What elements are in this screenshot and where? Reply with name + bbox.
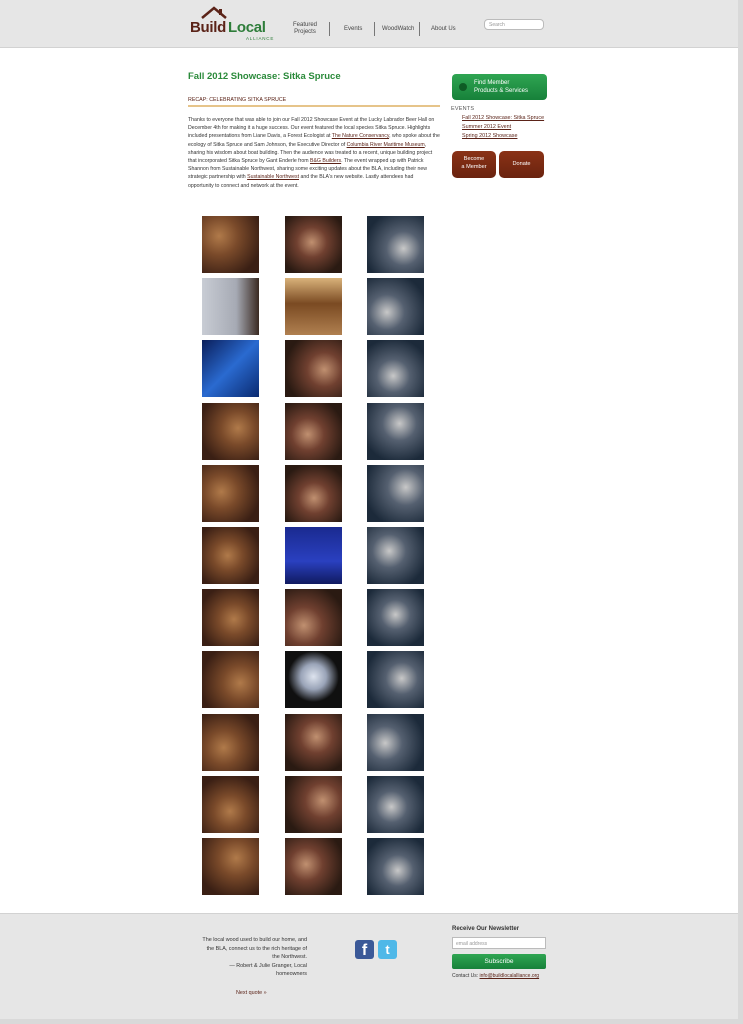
event-link-spring-2012[interactable]: Spring 2012 Showcase <box>462 133 517 139</box>
gallery-photo[interactable] <box>202 775 259 833</box>
contact-line: Contact Us: info@buildlocalalliance.org <box>452 973 539 979</box>
logo-word-alliance: ALLIANCE <box>246 36 275 41</box>
nav-divider <box>419 22 420 36</box>
gallery-photo[interactable] <box>202 589 259 647</box>
article-body: Thanks to everyone that was able to join… <box>188 116 440 190</box>
gallery-photo[interactable] <box>367 651 424 709</box>
contact-label: Contact Us: <box>452 973 480 979</box>
gallery-photo[interactable] <box>202 464 259 522</box>
nav-label: Events <box>344 26 363 32</box>
gallery-photo[interactable] <box>285 775 342 833</box>
quote-line: the BLA, connect us to the rich heritage… <box>206 945 307 952</box>
facebook-icon[interactable]: f <box>355 940 374 959</box>
become-member-button[interactable]: Become a Member <box>452 151 496 178</box>
nav-label: WoodWatch <box>382 26 415 32</box>
gallery-photo[interactable] <box>367 340 424 398</box>
quote-line: homeowners <box>276 971 307 978</box>
member-button-label: a Member <box>461 163 487 170</box>
quote-line: — Robert & Julie Granger, Local <box>229 962 307 969</box>
gallery-photo[interactable] <box>202 651 259 709</box>
gallery-photo[interactable] <box>285 340 342 398</box>
site-logo[interactable]: Build Local ALLIANCE <box>190 6 275 42</box>
link-maritime-museum[interactable]: Columbia River Maritime Museum <box>347 142 425 148</box>
gallery-photo[interactable] <box>285 402 342 460</box>
nav-woodwatch[interactable]: WoodWatch <box>382 26 414 33</box>
house-icon <box>201 6 227 19</box>
nav-featured-projects[interactable]: Featured Projects <box>293 22 317 36</box>
subscribe-button[interactable]: Subscribe <box>452 954 546 969</box>
gallery-photo[interactable] <box>285 838 342 895</box>
find-button-label: Find Member <box>474 80 510 86</box>
member-button-label: Become <box>463 156 485 162</box>
gallery-photo[interactable] <box>367 402 424 460</box>
gallery-photo[interactable] <box>285 527 342 584</box>
nav-label: About Us <box>431 26 456 32</box>
gallery-photo[interactable] <box>367 838 424 895</box>
testimonial-quote: The local wood used to build our home, a… <box>192 936 307 979</box>
next-quote-link[interactable]: Next quote » <box>236 990 267 996</box>
gallery-photo[interactable] <box>202 402 259 460</box>
gallery-photo[interactable] <box>285 464 342 522</box>
nav-label: Featured <box>293 22 318 28</box>
gallery-photo[interactable] <box>202 278 259 336</box>
gallery-photo[interactable] <box>367 589 424 647</box>
events-heading: EVENTS <box>451 106 475 112</box>
contact-email-link[interactable]: info@buildlocalalliance.org <box>480 973 540 979</box>
nav-label: Projects <box>294 29 316 35</box>
quote-line: The local wood used to build our home, a… <box>202 937 307 943</box>
link-sustainable-northwest[interactable]: Sustainable Northwest <box>247 174 299 180</box>
email-field[interactable]: email address <box>452 937 546 949</box>
site-header: Build Local ALLIANCE Featured Projects E… <box>0 0 743 48</box>
event-link-fall-2012[interactable]: Fall 2012 Showcase: Sitka Spruce <box>462 115 544 121</box>
site-footer: The local wood used to build our home, a… <box>0 913 743 1024</box>
gallery-photo[interactable] <box>285 216 342 273</box>
window-edge <box>0 1019 743 1024</box>
nav-about-us[interactable]: About Us <box>431 26 456 33</box>
gallery-photo[interactable] <box>367 775 424 833</box>
link-bg-builders[interactable]: B&G Builders <box>310 158 341 164</box>
gallery-photo[interactable] <box>367 713 424 771</box>
event-link-summer-2012[interactable]: Summer 2012 Event <box>462 124 511 130</box>
gallery-photo[interactable] <box>285 589 342 647</box>
nav-divider <box>374 22 375 36</box>
find-member-button[interactable]: Find Member Products & Services <box>452 74 547 100</box>
newsletter-title: Receive Our Newsletter <box>452 926 520 932</box>
gallery-photo[interactable] <box>285 713 342 771</box>
gallery-photo[interactable] <box>367 216 424 273</box>
gallery-photo[interactable] <box>285 651 342 709</box>
nav-divider <box>329 22 330 36</box>
link-nature-conservancy[interactable]: The Nature Conservancy <box>332 133 389 139</box>
nav-events[interactable]: Events <box>344 26 362 33</box>
gallery-photo[interactable] <box>202 527 259 584</box>
logo-word-local: Local <box>228 19 266 36</box>
search-input[interactable]: Search <box>484 19 544 30</box>
twitter-icon[interactable]: t <box>378 940 397 959</box>
gallery-photo[interactable] <box>367 464 424 522</box>
search-icon <box>459 83 467 91</box>
gallery-photo[interactable] <box>202 216 259 273</box>
find-button-label: Products & Services <box>474 88 529 94</box>
gallery-photo[interactable] <box>285 278 342 336</box>
gallery-photo[interactable] <box>367 278 424 336</box>
donate-button[interactable]: Donate <box>499 151 544 178</box>
recap-heading: RECAP: CELEBRATING SITKA SPRUCE <box>188 97 440 107</box>
gallery-photo[interactable] <box>202 340 259 398</box>
gallery-photo[interactable] <box>367 527 424 584</box>
quote-line: the Northwest. <box>272 954 307 961</box>
window-edge <box>738 0 743 1024</box>
logo-word-build: Build <box>190 19 226 36</box>
page-title: Fall 2012 Showcase: Sitka Spruce <box>188 71 341 82</box>
gallery-photo[interactable] <box>202 713 259 771</box>
gallery-photo[interactable] <box>202 838 259 895</box>
